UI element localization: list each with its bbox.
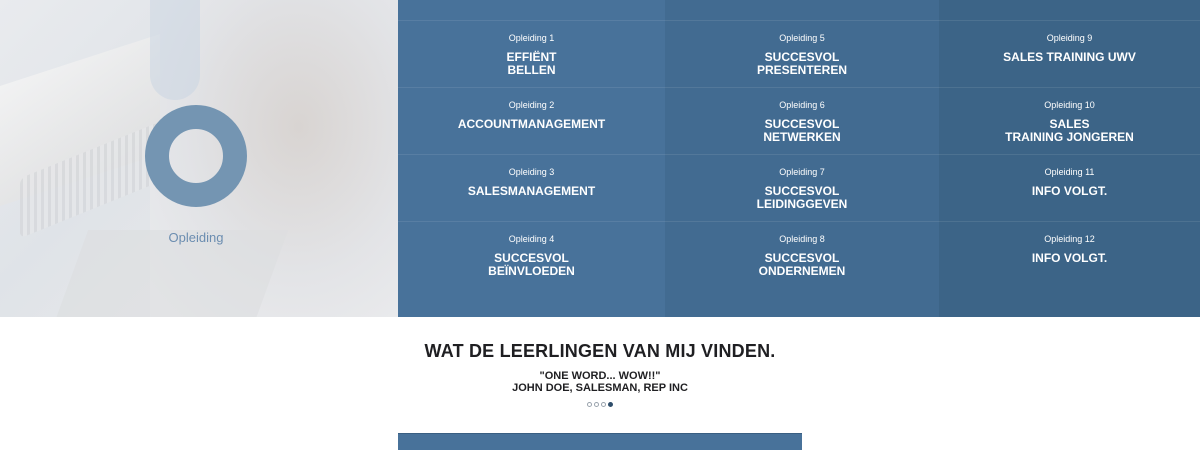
bottom-panel (398, 433, 802, 450)
course-cell[interactable]: Opleiding 1 EFFIËNT BELLEN (398, 20, 665, 87)
course-number: Opleiding 2 (508, 100, 555, 110)
course-title: SUCCESVOL LEIDINGGEVEN (756, 184, 848, 211)
course-cell[interactable]: Opleiding 6 SUCCESVOL NETWERKEN (665, 87, 939, 154)
hero-panel: Opleiding (0, 0, 398, 317)
course-title: SUCCESVOL BEÏNVLOEDEN (488, 251, 575, 278)
course-number: Opleiding 5 (779, 33, 825, 43)
course-grid: Opleiding 1 EFFIËNT BELLEN Opleiding 2 A… (398, 0, 1200, 317)
course-number: Opleiding 7 (779, 167, 825, 177)
course-title: SALESMANAGEMENT (467, 184, 596, 198)
course-number: Opleiding 10 (1044, 100, 1095, 110)
course-cell[interactable]: Opleiding 9 SALES TRAINING UWV (939, 20, 1200, 87)
carousel-dot-1[interactable] (587, 402, 592, 407)
carousel-dots (0, 402, 1200, 407)
course-title: SALES TRAINING JONGEREN (1005, 117, 1134, 144)
course-title: INFO VOLGT. (1031, 184, 1108, 198)
hero-photo-sleeve (150, 0, 200, 100)
testimonial-author: JOHN DOE, SALESMAN, REP INC (512, 382, 688, 394)
course-column-3: Opleiding 9 SALES TRAINING UWV Opleiding… (939, 0, 1200, 317)
carousel-dot-2[interactable] (594, 402, 599, 407)
course-cell[interactable]: Opleiding 10 SALES TRAINING JONGEREN (939, 87, 1200, 154)
course-number: Opleiding 6 (779, 100, 825, 110)
course-number: Opleiding 12 (1044, 234, 1095, 244)
course-title: ACCOUNTMANAGEMENT (457, 117, 606, 131)
course-number: Opleiding 8 (779, 234, 825, 244)
hero-label: Opleiding (168, 230, 224, 245)
course-title: INFO VOLGT. (1031, 251, 1108, 265)
course-title: EFFIËNT BELLEN (506, 50, 557, 77)
carousel-dot-3[interactable] (601, 402, 606, 407)
course-cell[interactable]: Opleiding 5 SUCCESVOL PRESENTEREN (665, 20, 939, 87)
course-cell[interactable]: Opleiding 11 INFO VOLGT. (939, 154, 1200, 221)
course-cell[interactable]: Opleiding 8 SUCCESVOL ONDERNEMEN (665, 221, 939, 288)
course-column-1: Opleiding 1 EFFIËNT BELLEN Opleiding 2 A… (398, 0, 665, 317)
course-number: Opleiding 1 (508, 33, 555, 43)
course-cell[interactable]: Opleiding 3 SALESMANAGEMENT (398, 154, 665, 221)
course-title: SUCCESVOL NETWERKEN (763, 117, 841, 144)
course-title: SALES TRAINING UWV (1003, 50, 1136, 64)
course-cell[interactable]: Opleiding 2 ACCOUNTMANAGEMENT (398, 87, 665, 154)
course-title: SUCCESVOL PRESENTEREN (756, 50, 848, 77)
course-cell[interactable]: Opleiding 4 SUCCESVOL BEÏNVLOEDEN (398, 221, 665, 288)
course-number: Opleiding 9 (1046, 33, 1093, 43)
carousel-dot-4[interactable] (608, 402, 613, 407)
course-column-2: Opleiding 5 SUCCESVOL PRESENTEREN Opleid… (665, 0, 939, 317)
course-cell[interactable]: Opleiding 7 SUCCESVOL LEIDINGGEVEN (665, 154, 939, 221)
ring-icon (145, 105, 247, 207)
testimonial-heading: WAT DE LEERLINGEN VAN MIJ VINDEN. (424, 341, 776, 361)
course-title: SUCCESVOL ONDERNEMEN (758, 251, 846, 278)
course-number: Opleiding 11 (1044, 167, 1095, 177)
course-number: Opleiding 3 (508, 167, 555, 177)
course-cell[interactable]: Opleiding 12 INFO VOLGT. (939, 221, 1200, 288)
course-number: Opleiding 4 (508, 234, 555, 244)
